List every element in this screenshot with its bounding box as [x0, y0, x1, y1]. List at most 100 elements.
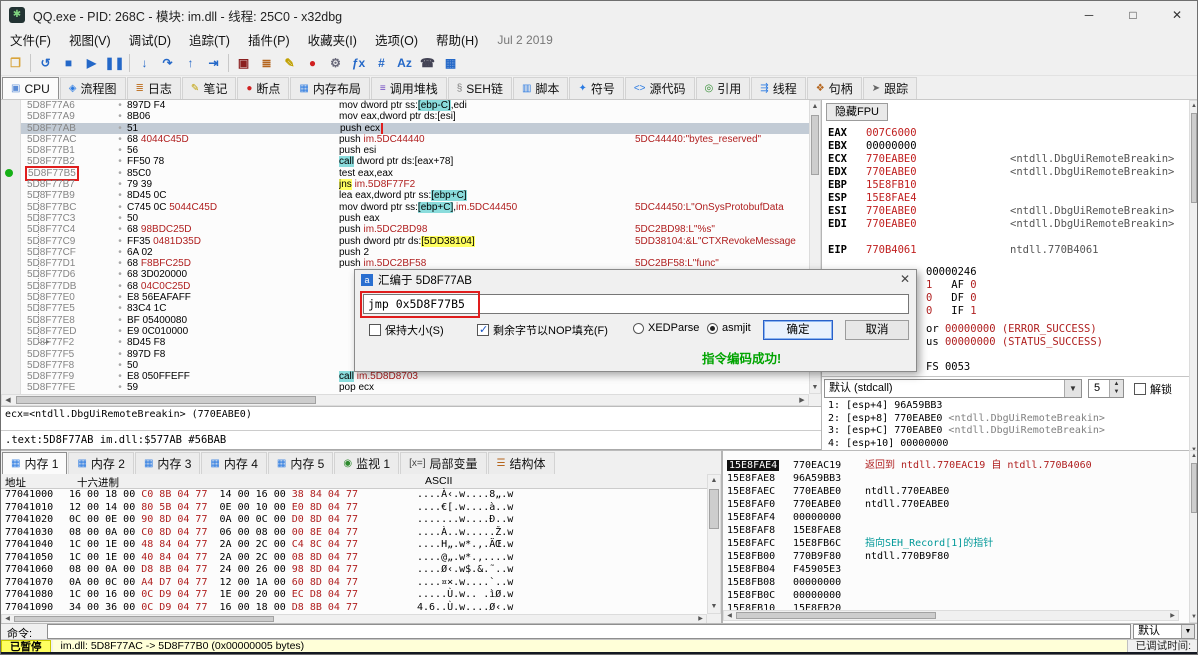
breakpoint-icon[interactable]: ●	[301, 52, 324, 74]
command-profile-dropdown[interactable]: 默认 ▼	[1133, 624, 1195, 639]
disasm-row[interactable]: 5D8F77B7 • 79 39 jns im.5D8F77F2	[1, 179, 809, 191]
breakpoint-dot[interactable]	[5, 169, 13, 178]
assemble-dialog[interactable]: a 汇编于 5D8F77AB ✕ 保持大小(S) 剩余字节以NOP填充(F) X…	[354, 269, 917, 372]
unlock-checkbox[interactable]: 解锁	[1134, 381, 1172, 397]
stack-row[interactable]: 15E8FAE8 96A59BB3	[723, 472, 1189, 485]
ok-button[interactable]: 确定	[763, 320, 833, 340]
disasm-row[interactable]: 5D8F77BC • C745 0C 5044C45D mov dword ptr s…	[1, 201, 809, 213]
stack-panel[interactable]: 15E8FAE4 770EAC19 返回到 ntdll.770EAC19 自 ntd…	[723, 450, 1189, 623]
breakpoint-rail[interactable]	[1, 122, 21, 134]
disasm-row[interactable]: 5D8F77D1 • 68 F8BFC25D push im.5DC2BF58 5DC2…	[1, 258, 809, 270]
notes-icon[interactable]: ✎	[278, 52, 301, 74]
argument-row[interactable]: 2: [esp+8] 770EABE0 <ntdll.DbgUiRemoteBr…	[828, 413, 1177, 426]
maximize-button[interactable]: □	[1111, 2, 1155, 28]
disasm-hscrollbar[interactable]: ◀ ▶	[1, 394, 809, 406]
step-out-icon[interactable]: ↑	[179, 52, 202, 74]
breakpoint-rail[interactable]	[1, 371, 21, 383]
step-over-icon[interactable]: ↷	[156, 52, 179, 74]
bottom-tab-mem3[interactable]: ▦ 内存 3	[134, 452, 201, 474]
stop-icon[interactable]: ■	[57, 52, 80, 74]
breakpoint-rail[interactable]	[1, 111, 21, 123]
phone-icon[interactable]: ☎	[416, 52, 439, 74]
disasm-row[interactable]: 5D8F77B1 • 56 push esi	[1, 145, 809, 157]
register-row[interactable]: ESP 15E8FAE4	[828, 192, 1177, 205]
memory-dump-panel[interactable]: 地址 十六进制 ASCII 77041000 16 00 18 00 C0 8B …	[1, 474, 707, 614]
breakpoint-rail[interactable]	[1, 235, 21, 247]
argument-row[interactable]: 3: [esp+C] 770EABE0 <ntdll.DbgUiRemoteBr…	[828, 425, 1177, 438]
breakpoint-rail[interactable]	[1, 359, 21, 372]
breakpoint-rail[interactable]	[1, 303, 21, 315]
menu-item[interactable]: 文件(F)	[1, 28, 60, 51]
command-input[interactable]	[47, 624, 1131, 639]
scroll-left-icon[interactable]: ◀	[724, 611, 735, 621]
breakpoint-rail[interactable]	[1, 337, 21, 349]
scroll-up-icon[interactable]: ▲	[810, 101, 820, 112]
scroll-thumb[interactable]	[14, 616, 274, 622]
argument-row[interactable]: 1: [esp+4] 96A59BB3	[828, 400, 1177, 413]
stack-row[interactable]: 15E8FAF8 15E8FAE8	[723, 524, 1189, 537]
spinner-arrows-icon[interactable]: ▲ ▼	[1109, 380, 1123, 397]
register-row[interactable]: EDI 770EABE0 <ntdll.DbgUiRemoteBreakin>	[828, 218, 1177, 231]
scroll-thumb[interactable]	[1191, 113, 1197, 203]
tab-threads[interactable]: ⇶ 线程	[751, 77, 806, 99]
tab-call-stack[interactable]: ≡ 调用堆栈	[370, 77, 447, 99]
breakpoint-rail[interactable]	[1, 145, 21, 157]
scroll-thumb[interactable]	[16, 396, 316, 404]
scroll-down-icon[interactable]: ▼	[1190, 612, 1197, 622]
hide-fpu-button[interactable]: 隐藏FPU	[826, 103, 888, 121]
bottom-tab-mem5[interactable]: ▦ 内存 5	[267, 452, 334, 474]
scroll-thumb[interactable]	[736, 612, 936, 619]
disasm-row[interactable]: 5D8F77F9 • E8 050FFEFF call im.5D8D8703	[1, 371, 809, 383]
run-icon[interactable]: ▶	[80, 52, 103, 74]
asmjit-radio[interactable]: asmjit	[707, 322, 751, 334]
tab-symbols[interactable]: ✦ 符号	[569, 77, 624, 99]
bottom-tab-struct[interactable]: ☰ 结构体	[487, 452, 555, 474]
keep-size-checkbox[interactable]: 保持大小(S)	[369, 322, 444, 338]
stack-row[interactable]: 15E8FAE4 770EAC19 返回到 ntdll.770EAC19 自 ntd…	[723, 459, 1189, 472]
scroll-up-icon[interactable]: ▲	[708, 475, 720, 487]
close-button[interactable]: ✕	[1155, 2, 1197, 28]
step-into-icon[interactable]: ↓	[133, 52, 156, 74]
menu-item[interactable]: 选项(O)	[366, 28, 427, 51]
stack-row[interactable]: 15E8FAEC 770EABE0 ntdll.770EABE0	[723, 485, 1189, 498]
register-row[interactable]: ECX 770EABE0 <ntdll.DbgUiRemoteBreakin>	[828, 153, 1177, 166]
restart-icon[interactable]: ↺	[34, 52, 57, 74]
settings-icon[interactable]: ⚙	[324, 52, 347, 74]
patch-icon[interactable]: ▣	[232, 52, 255, 74]
checkbox-icon[interactable]	[1134, 383, 1146, 395]
dump-row[interactable]: 77041050 1C 00 1E 00 40 84 04 77 2A 00 2C…	[1, 552, 707, 565]
tab-handles[interactable]: ❖ 句柄	[806, 77, 862, 99]
scroll-right-icon[interactable]: ▶	[1167, 611, 1178, 621]
pause-icon[interactable]: ❚❚	[103, 52, 126, 74]
hash-icon[interactable]: #	[370, 52, 393, 74]
radio-icon[interactable]	[633, 322, 644, 334]
register-row[interactable]: EIP 770B4061 ntdll.770B4061	[828, 244, 1177, 257]
tab-cpu[interactable]: ▣ CPU	[2, 77, 59, 99]
breakpoint-rail[interactable]	[1, 201, 21, 213]
bottom-tab-mem1[interactable]: ▦ 内存 1	[2, 452, 68, 474]
breakpoint-rail[interactable]	[1, 167, 21, 180]
scroll-thumb[interactable]	[811, 115, 819, 175]
disasm-row[interactable]: 5D8F77A9 • 8B06 mov eax,dword ptr ds:[esi]	[1, 111, 809, 123]
breakpoint-rail[interactable]	[1, 224, 21, 236]
assemble-instruction-input[interactable]	[363, 294, 909, 314]
disasm-row[interactable]: 5D8F77CF • 6A 02 push 2	[1, 246, 809, 259]
convention-dropdown[interactable]: 默认 (stdcall) ▼	[824, 379, 1082, 398]
radio-selected-icon[interactable]	[707, 322, 718, 334]
tab-source[interactable]: <> 源代码	[624, 77, 695, 99]
bottom-tab-mem2[interactable]: ▦ 内存 2	[68, 452, 134, 474]
disasm-row[interactable]: 5D8F77B9 • 8D45 0C lea eax,dword ptr ss:[eb…	[1, 190, 809, 202]
breakpoint-rail[interactable]	[1, 246, 21, 259]
dialog-close-icon[interactable]: ✕	[900, 272, 910, 286]
scroll-down-icon[interactable]: ▼	[708, 601, 720, 613]
tab-log[interactable]: ≣ 日志	[126, 77, 181, 99]
menu-item[interactable]: 调试(D)	[120, 28, 180, 51]
tab-seh[interactable]: § SEH链	[447, 77, 512, 99]
xedparse-radio[interactable]: XEDParse	[633, 322, 699, 334]
az-icon[interactable]: Az	[393, 52, 416, 74]
cancel-button[interactable]: 取消	[845, 320, 909, 340]
tab-script[interactable]: ▥ 脚本	[512, 77, 569, 99]
disasm-row[interactable]: 5D8F77C9 • FF35 0481D35D push dword ptr ds:…	[1, 235, 809, 247]
menu-item[interactable]: 收藏夹(I)	[299, 28, 366, 51]
bottom-tab-locals[interactable]: [x=] 局部变量	[400, 452, 487, 474]
